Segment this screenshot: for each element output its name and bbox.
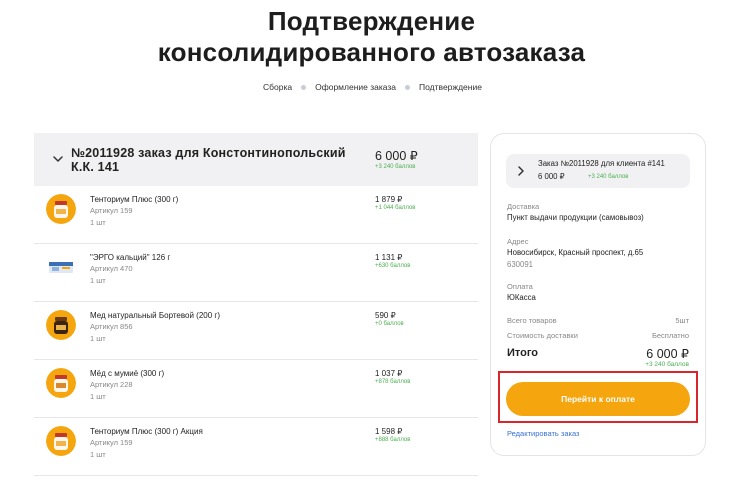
item-price: 1 598 ₽ [375,427,403,436]
honey-jar-icon [46,368,76,398]
honey-jar-icon [46,194,76,224]
order-item: Мёд с мумиё (300 г) Артикул 228 1 шт 1 0… [34,360,478,418]
total-label: Итого [507,347,539,359]
item-sku: Артикул 159 [90,438,133,447]
delivery-cost-value: Бесплатно [651,331,689,340]
supplement-box-icon [49,262,73,273]
page-title: Подтверждение консолидированного автозак… [0,6,743,68]
item-sku: Артикул 856 [90,322,133,331]
item-name[interactable]: Мед натуральный Бортевой (200 г) [90,311,220,320]
payment-value: ЮКасса [507,293,536,302]
breadcrumb-step-confirmation: Подтверждение [419,82,482,92]
breadcrumb-step-checkout[interactable]: Оформление заказа [315,82,396,92]
page-title-line-1: Подтверждение [267,6,476,36]
order-item: Мед натуральный Бортевой (200 г) Артикул… [34,302,478,360]
item-points: +0 баллов [375,321,404,327]
order-title: №2011928 заказ для Констонтинопольский К… [71,146,346,174]
item-points: +888 баллов [375,437,411,443]
item-price: 1 131 ₽ [375,253,403,262]
item-points: +1 044 баллов [375,205,416,211]
breadcrumb-separator [405,84,411,90]
order-item: Тенториум Плюс (300 г) Акция Артикул 159… [34,418,478,476]
honey-jar-icon [46,426,76,456]
item-sku: Артикул 228 [90,380,133,389]
breadcrumb-separator [301,84,307,90]
total-value: 6 000 ₽ [646,347,689,361]
item-price: 590 ₽ [375,311,396,320]
page-title-line-2: консолидированного автозаказа [157,37,586,67]
item-price: 1 879 ₽ [375,195,403,204]
order-points: +3 240 баллов [375,164,416,170]
order-item: "ЭРГО кальций" 126 г Артикул 470 1 шт 1 … [34,244,478,302]
payment-label: Оплата [507,282,533,291]
sub-order-price: 6 000 ₽ [538,172,565,181]
total-points: +3 240 баллов [645,361,689,368]
delivery-cost-label: Стоимость доставки [507,331,578,340]
sub-order-points: +3 240 баллов [588,174,629,180]
items-count-label: Всего товаров [507,316,557,325]
breadcrumb-step-assembly[interactable]: Сборка [263,82,292,92]
item-name[interactable]: Мёд с мумиё (300 г) [90,369,164,378]
address-label: Адрес [507,237,529,246]
order-block: №2011928 заказ для Констонтинопольский К… [34,133,478,497]
breadcrumb: Сборка Оформление заказа Подтверждение [263,82,482,92]
chevron-down-icon[interactable] [52,153,64,165]
order-price: 6 000 ₽ [375,149,418,163]
item-name[interactable]: Тенториум Плюс (300 г) Акция [90,427,203,436]
item-price: 1 037 ₽ [375,369,403,378]
item-sku: Артикул 159 [90,206,133,215]
edit-order-link[interactable]: Редактировать заказ [507,429,579,438]
item-sku: Артикул 470 [90,264,133,273]
item-name[interactable]: Тенториум Плюс (300 г) [90,195,178,204]
item-qty: 1 шт [90,392,106,401]
delivery-label: Доставка [507,202,540,211]
item-qty: 1 шт [90,334,106,343]
chevron-right-icon[interactable] [516,165,526,177]
item-name[interactable]: "ЭРГО кальций" 126 г [90,253,170,262]
item-qty: 1 шт [90,450,106,459]
sub-order-title: Заказ №2011928 для клиента #141 [538,159,665,168]
address-value: Новосибирск, Красный проспект, д.65 [507,248,644,257]
item-qty: 1 шт [90,276,106,285]
item-qty: 1 шт [90,218,106,227]
item-points: +630 баллов [375,263,411,269]
delivery-value: Пункт выдачи продукции (самовывоз) [507,213,644,222]
items-count-value: 5шт [675,316,689,325]
honey-jar-icon [46,310,76,340]
order-header[interactable]: №2011928 заказ для Констонтинопольский К… [34,133,478,186]
highlight-box [498,371,698,423]
postal-code: 630091 [507,260,534,269]
order-item: Тенториум Плюс (300 г) Артикул 159 1 шт … [34,186,478,244]
item-points: +878 баллов [375,379,411,385]
sub-order-row[interactable]: Заказ №2011928 для клиента #141 6 000 ₽ … [506,154,690,188]
